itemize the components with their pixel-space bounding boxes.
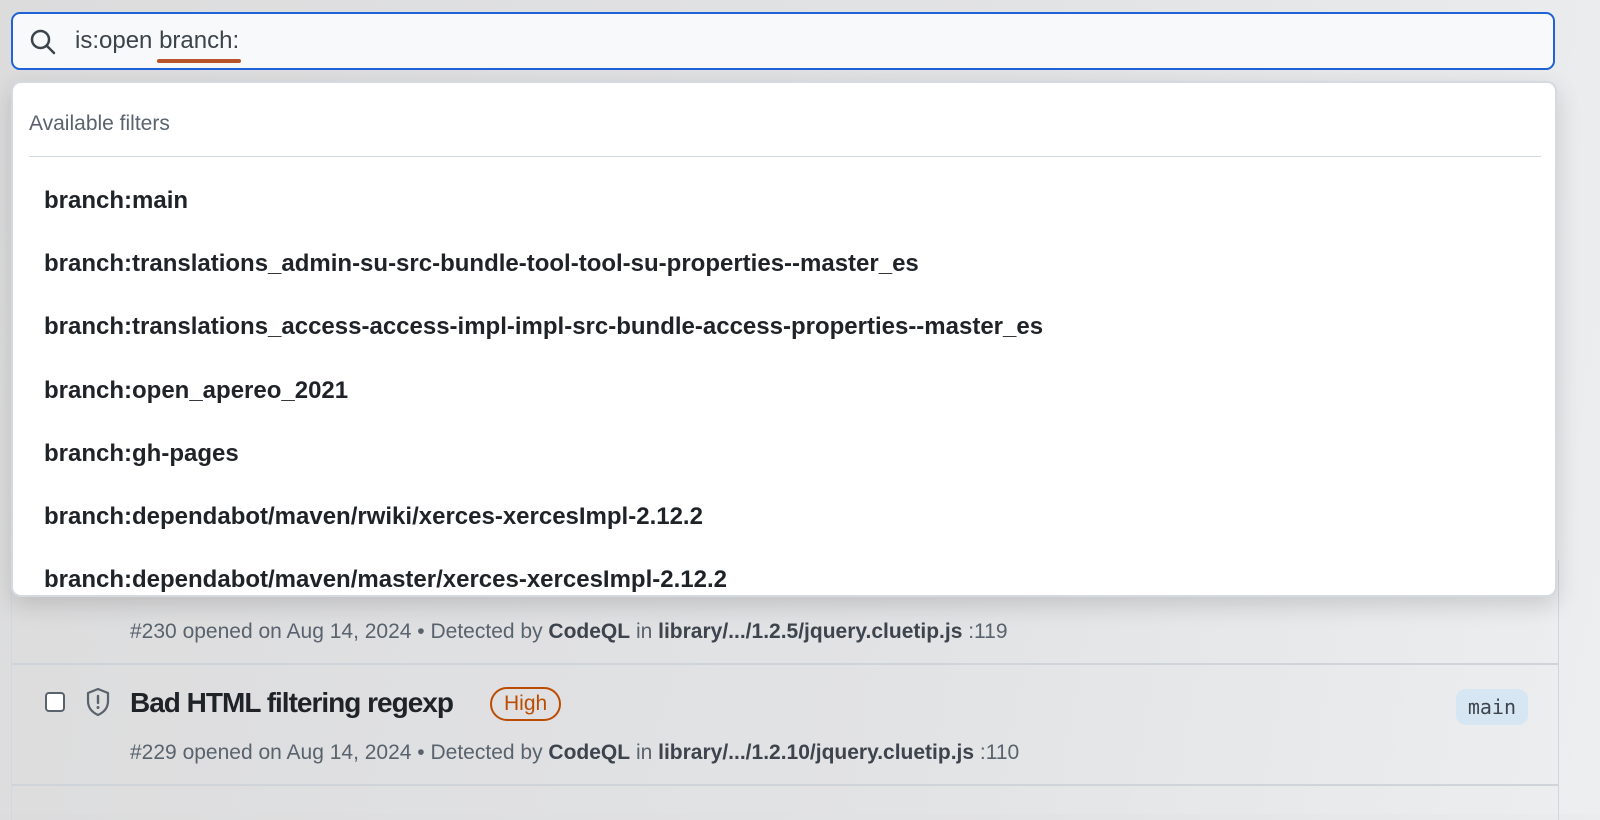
alert-row[interactable]: Bad HTML filtering regexp High main #229… <box>12 665 1558 786</box>
separator: • <box>417 620 425 643</box>
search-icon <box>30 29 56 55</box>
in-label: in <box>635 620 653 643</box>
filter-suggestions-dropdown: Available filters branch:main branch:tra… <box>11 81 1557 597</box>
detected-by-label: Detected by <box>430 741 543 764</box>
search-input[interactable]: is:open branch: <box>11 12 1555 70</box>
alerts-list: #230 opened on Aug 14, 2024 • Detected b… <box>11 560 1559 820</box>
branch-label: main <box>1455 689 1528 725</box>
alert-opened: opened on Aug 14, 2024 <box>182 620 412 643</box>
alert-number: #229 <box>130 741 177 764</box>
detected-by-label: Detected by <box>430 620 543 643</box>
tool-name: CodeQL <box>548 741 631 764</box>
in-label: in <box>635 741 653 764</box>
alert-title[interactable]: Bad HTML filtering regexp <box>130 687 454 719</box>
severity-badge: High <box>490 687 562 721</box>
filter-option[interactable]: branch:main <box>44 187 188 215</box>
shield-alert-icon <box>86 687 110 717</box>
line-number: :110 <box>979 741 1020 764</box>
alert-meta: #230 opened on Aug 14, 2024 • Detected b… <box>130 620 1008 644</box>
dropdown-heading: Available filters <box>29 112 170 135</box>
filter-option[interactable]: branch:open_apereo_2021 <box>44 377 348 405</box>
alert-meta: #229 opened on Aug 14, 2024 • Detected b… <box>130 741 1019 765</box>
tool-name: CodeQL <box>548 620 631 643</box>
filter-option[interactable]: branch:translations_admin-su-src-bundle-… <box>44 250 919 278</box>
separator: • <box>417 741 425 764</box>
filter-option[interactable]: branch:dependabot/maven/rwiki/xerces-xer… <box>44 503 703 531</box>
query-token-branch: branch: <box>159 27 240 54</box>
filter-option[interactable]: branch:dependabot/maven/master/xerces-xe… <box>44 566 727 594</box>
alert-opened: opened on Aug 14, 2024 <box>182 741 412 764</box>
query-prefix: is:open <box>75 27 160 54</box>
select-checkbox[interactable] <box>45 692 65 712</box>
search-query: is:open branch: <box>75 27 239 55</box>
line-number: :119 <box>968 620 1008 643</box>
filter-option[interactable]: branch:translations_access-access-impl-i… <box>44 313 1043 341</box>
alert-number: #230 <box>130 620 177 643</box>
filter-option[interactable]: branch:gh-pages <box>44 440 239 468</box>
file-path[interactable]: library/.../1.2.10/jquery.cluetip.js <box>658 741 974 764</box>
divider <box>29 156 1541 157</box>
file-path[interactable]: library/.../1.2.5/jquery.cluetip.js <box>658 620 962 643</box>
